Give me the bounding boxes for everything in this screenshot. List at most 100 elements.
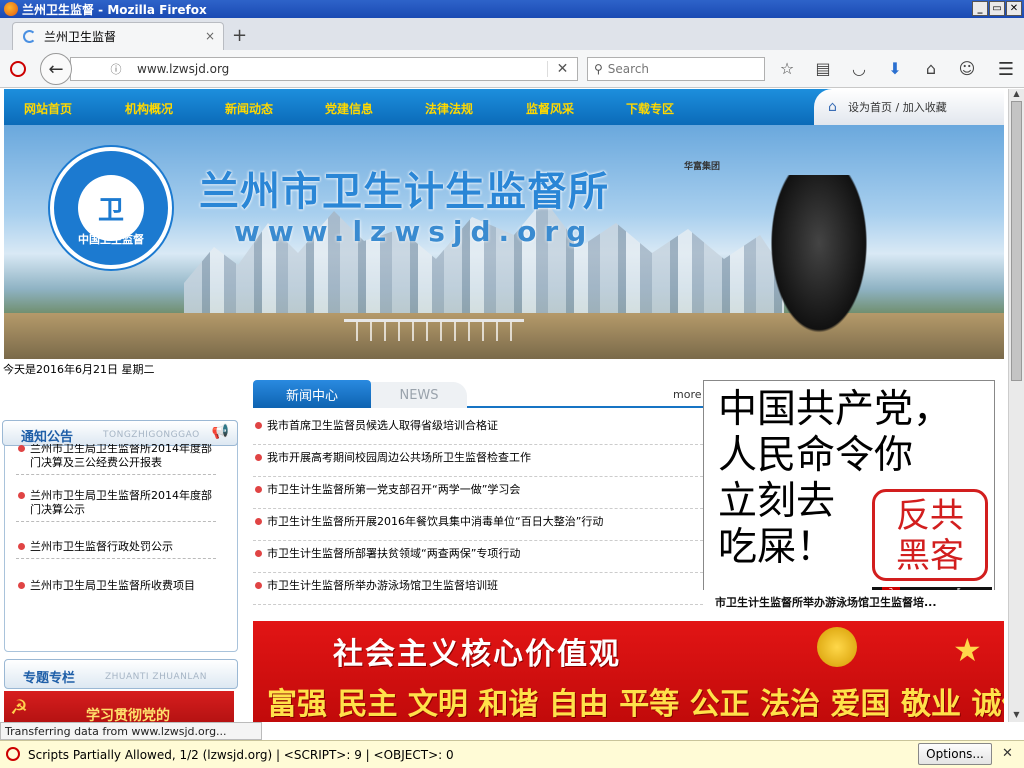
notice-title: 通知公告: [21, 430, 74, 445]
window-title: 兰州卫生监督 - Mozilla Firefox: [22, 2, 207, 17]
building-sign: 华富集团: [684, 162, 721, 172]
news-item[interactable]: 市卫生计生监督所部署扶贫领域“两查两保”专项行动: [253, 541, 703, 573]
noscript-bar-icon: [6, 747, 20, 761]
notice-item[interactable]: 兰州市卫生局卫生监督所收费项目: [16, 579, 216, 594]
news-more-link[interactable]: more: [673, 388, 702, 401]
health-inspection-emblem: 卫 中国卫生监督: [50, 147, 172, 269]
tab-bar: 兰州卫生监督 × +: [0, 18, 1024, 50]
tab-close-icon[interactable]: ×: [205, 29, 215, 43]
poem-line: 中国共产党，: [718, 387, 953, 432]
news-list: 我市首席卫生监督员候选人取得省级培训合格证 我市开展高考期间校园周边公共场所卫生…: [253, 413, 703, 605]
site-banner: 华富集团 卫 中国卫生监督 兰州市卫生计生监督所 www.lzwsjd.org: [4, 125, 1004, 359]
maximize-button[interactable]: ▭: [989, 1, 1005, 16]
nav-toolbar: ⓘ www.lzwsjd.org ✕ ← ⚲ Search ☆ ▤ ◡ ⬇ ⌂ …: [0, 50, 1024, 88]
seal-line: 黑客: [896, 536, 964, 576]
url-bar[interactable]: ⓘ www.lzwsjd.org ✕: [70, 57, 578, 81]
noscript-icon[interactable]: [10, 61, 26, 77]
favorites-text[interactable]: 设为首页 / 加入收藏: [848, 99, 947, 115]
favorites-links[interactable]: ⌂ 设为首页 / 加入收藏: [814, 89, 1004, 125]
site-nav: 网站首页 机构概况 新闻动态 党建信息 法律法规 监督风采 下载专区 ⌂ 设为首…: [4, 89, 1004, 125]
toolbar-icons: ☆ ▤ ◡ ⬇ ⌂ ☺: [776, 59, 978, 78]
seal-line: 反共: [896, 496, 964, 536]
core-values-list: 富强 民主 文明 和谐 自由 平等 公正 法治 爱国 敬业 诚信 友善: [267, 687, 1004, 722]
home-page-icon: ⌂: [828, 99, 837, 115]
reading-list-icon[interactable]: ▤: [812, 59, 834, 78]
star-icon: ★: [953, 631, 982, 669]
nav-item-home[interactable]: 网站首页: [24, 100, 72, 117]
noscript-message: Scripts Partially Allowed, 1/2 (lzwsjd.o…: [28, 747, 454, 762]
close-window-button[interactable]: ✕: [1006, 1, 1022, 16]
page-content: 网站首页 机构概况 新闻动态 党建信息 法律法规 监督风采 下载专区 ⌂ 设为首…: [0, 89, 1008, 722]
search-input[interactable]: ⚲ Search: [587, 57, 765, 81]
vertical-scrollbar[interactable]: ▲ ▼: [1008, 89, 1024, 722]
firefox-icon: [4, 2, 18, 16]
sculpture-image: [764, 175, 874, 345]
news-item[interactable]: 我市首席卫生监督员候选人取得省级培训合格证: [253, 413, 703, 445]
nav-item-law[interactable]: 法律法规: [425, 100, 473, 117]
new-tab-button[interactable]: +: [232, 25, 247, 46]
notification-close-icon[interactable]: ✕: [1002, 746, 1013, 761]
emblem-text: 中国卫生监督: [78, 233, 144, 246]
core-values-title: 社会主义核心价值观: [333, 637, 621, 672]
hammer-sickle-icon: ☭: [10, 695, 28, 719]
back-button[interactable]: ←: [40, 53, 72, 85]
search-placeholder: Search: [607, 62, 650, 76]
red-seal: 反共 黑客: [872, 489, 988, 581]
scroll-up-icon[interactable]: ▲: [1009, 89, 1024, 101]
site-title: 兰州市卫生计生监督所: [199, 169, 609, 215]
search-icon: ⚲: [594, 62, 603, 76]
page-info-icon[interactable]: ⓘ: [105, 61, 127, 77]
nav-item-party[interactable]: 党建信息: [325, 100, 373, 117]
window-controls: _ ▭ ✕: [972, 1, 1022, 16]
notice-header: 通知公告 TONGZHIGONGGAO 📢: [2, 420, 238, 446]
notice-list: 兰州市卫生局卫生监督所2014年度部门决算及三公经费公开报表 兰州市卫生局卫生监…: [16, 444, 216, 594]
news-item[interactable]: 市卫生计生监督所开展2016年餐饮具集中消毒单位“百日大整治”行动: [253, 509, 703, 541]
scroll-down-icon[interactable]: ▼: [1009, 710, 1024, 722]
topic-pinyin: ZHUANTI ZHUANLAN: [105, 672, 207, 682]
chat-icon[interactable]: ☺: [956, 59, 978, 78]
bookmark-star-icon[interactable]: ☆: [776, 59, 798, 78]
notice-item[interactable]: 兰州市卫生监督行政处罚公示: [16, 540, 216, 559]
loading-spinner-icon: [23, 30, 36, 43]
national-emblem-icon: [817, 627, 857, 667]
nav-item-about[interactable]: 机构概况: [125, 100, 173, 117]
slideshow-image[interactable]: 中国共产党， 人民命令你 立刻去 吃屎！ 反共 黑客 2 5: [703, 380, 995, 610]
hamburger-menu-icon[interactable]: ☰: [998, 59, 1014, 80]
home-icon[interactable]: ⌂: [920, 59, 942, 78]
news-item[interactable]: 我市开展高考期间校园周边公共场所卫生监督检查工作: [253, 445, 703, 477]
topic-header: 专题专栏 ZHUANTI ZHUANLAN: [4, 659, 238, 689]
tab-news-en[interactable]: NEWS: [371, 382, 467, 408]
window-titlebar: 兰州卫生监督 - Mozilla Firefox _ ▭ ✕: [0, 0, 1024, 18]
site-url-banner: www.lzwsjd.org: [234, 215, 595, 248]
party-study-banner[interactable]: ☭ 学习贯彻党的: [4, 691, 234, 722]
news-item[interactable]: 市卫生计生监督所第一党支部召开“两学一做”学习会: [253, 477, 703, 509]
scroll-thumb[interactable]: [1011, 101, 1022, 381]
date-line: 今天是2016年6月21日 星期二: [3, 363, 155, 376]
url-text[interactable]: www.lzwsjd.org: [137, 62, 547, 76]
options-button[interactable]: Options...: [918, 743, 992, 765]
news-tabs: 新闻中心 NEWS more: [253, 380, 703, 408]
notice-pinyin: TONGZHIGONGGAO: [103, 430, 200, 440]
tab-lzwsjd[interactable]: 兰州卫生监督 ×: [12, 22, 224, 50]
notice-item[interactable]: 兰州市卫生局卫生监督所2014年度部门决算及三公经费公开报表: [16, 444, 216, 475]
downloads-icon[interactable]: ⬇: [884, 59, 906, 78]
core-values-banner: ★ 社会主义核心价值观 富强 民主 文明 和谐 自由 平等 公正 法治 爱国 敬…: [253, 621, 1004, 722]
status-text: Transferring data from www.lzwsjd.org...: [0, 722, 262, 740]
nav-item-style[interactable]: 监督风采: [526, 100, 574, 117]
nav-item-download[interactable]: 下载专区: [626, 100, 674, 117]
tab-title: 兰州卫生监督: [44, 30, 117, 44]
stop-loading-icon[interactable]: ✕: [547, 61, 577, 77]
slide-caption[interactable]: 市卫生计生监督所举办游泳场馆卫生监督培...: [703, 590, 995, 610]
minimize-button[interactable]: _: [972, 1, 988, 16]
poem-line: 人民命令你: [718, 433, 914, 478]
pocket-icon[interactable]: ◡: [848, 59, 870, 78]
nav-item-news[interactable]: 新闻动态: [225, 100, 273, 117]
notice-item[interactable]: 兰州市卫生局卫生监督所2014年度部门决算公示: [16, 489, 216, 522]
topic-title: 专题专栏: [23, 671, 76, 686]
megaphone-icon: 📢: [211, 424, 229, 440]
bridge-image: [344, 319, 524, 341]
noscript-notification-bar: Scripts Partially Allowed, 1/2 (lzwsjd.o…: [0, 740, 1024, 768]
news-item[interactable]: 市卫生计生监督所举办游泳场馆卫生监督培训班: [253, 573, 703, 605]
tab-news-center[interactable]: 新闻中心: [253, 380, 371, 408]
party-banner-text: 学习贯彻党的: [86, 708, 170, 722]
